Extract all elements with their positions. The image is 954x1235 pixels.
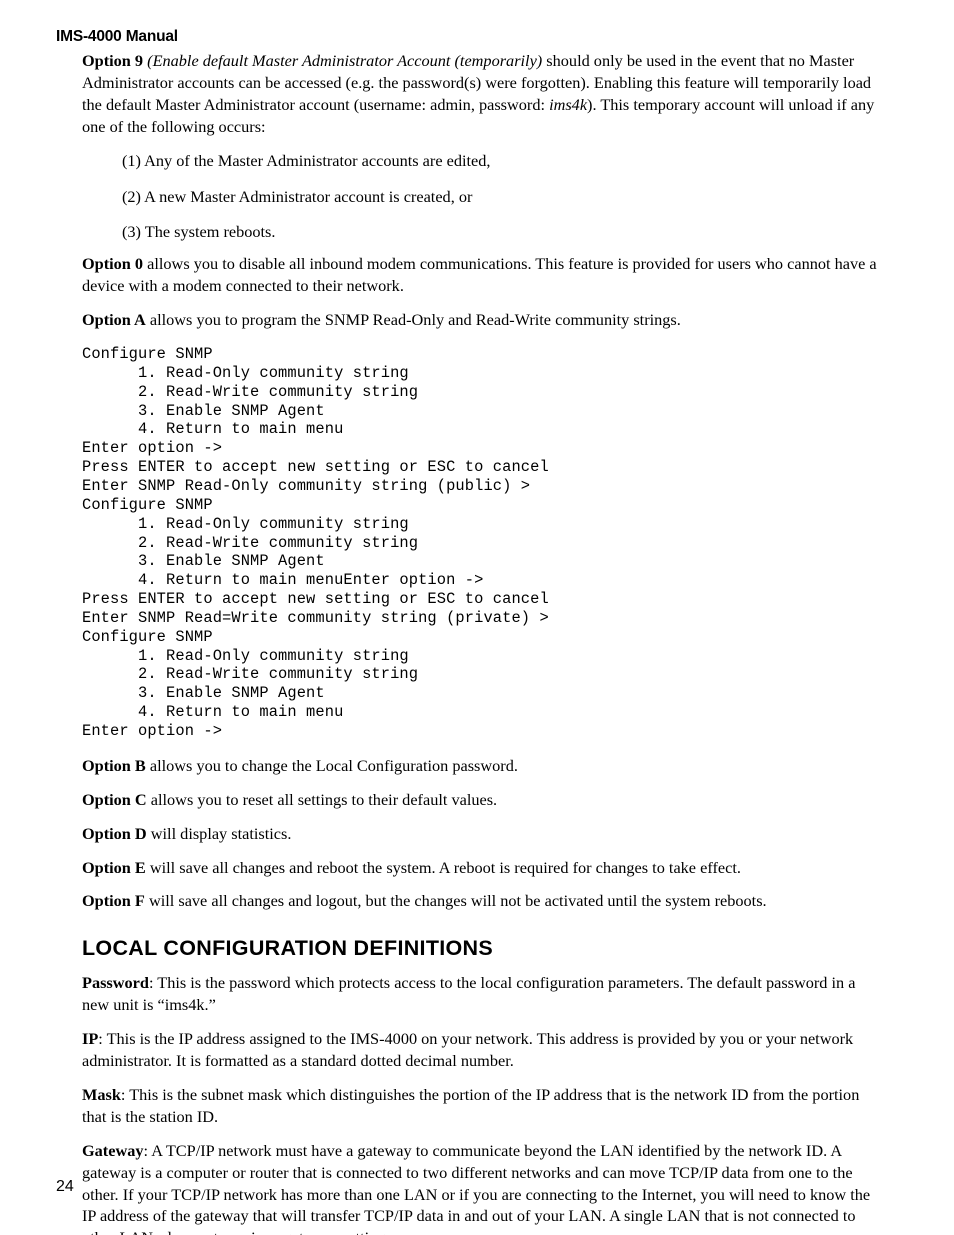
- option-c-body: allows you to reset all settings to thei…: [146, 789, 498, 809]
- definition-term: Gateway: [82, 1140, 144, 1160]
- definition-gateway: Gateway: A TCP/IP network must have a ga…: [82, 1140, 880, 1235]
- definition-mask: Mask: This is the subnet mask which dist…: [82, 1084, 880, 1128]
- unload-conditions-list: (1) Any of the Master Administrator acco…: [82, 150, 880, 244]
- option-0-body: allows you to disable all inbound modem …: [82, 254, 877, 296]
- list-item: (3) The system reboots.: [122, 222, 276, 242]
- option-e-label: Option E: [82, 857, 146, 877]
- option-0-label: Option 0: [82, 254, 144, 274]
- definition-term: IP: [82, 1029, 99, 1049]
- definition-term: Mask: [82, 1084, 121, 1104]
- paragraph-option-e: Option E will save all changes and reboo…: [82, 857, 880, 879]
- definition-term: Password: [82, 973, 149, 993]
- list-item: (2) A new Master Administrator account i…: [122, 186, 473, 206]
- option-e-body: will save all changes and reboot the sys…: [145, 857, 741, 877]
- running-header: IMS-4000 Manual: [56, 28, 178, 45]
- paragraph-option-c: Option C allows you to reset all setting…: [82, 789, 880, 811]
- option-b-body: allows you to change the Local Configura…: [145, 755, 518, 775]
- paragraph-option-f: Option F will save all changes and logou…: [82, 890, 880, 912]
- paragraph-option-b: Option B allows you to change the Local …: [82, 755, 880, 777]
- option-c-label: Option C: [82, 789, 147, 809]
- definition-text: : A TCP/IP network must have a gateway t…: [82, 1140, 871, 1235]
- definition-ip: IP: This is the IP address assigned to t…: [82, 1028, 880, 1072]
- option-a-body: allows you to program the SNMP Read-Only…: [145, 310, 681, 330]
- paragraph-option-d: Option D will display statistics.: [82, 823, 880, 845]
- definition-text: : This is the password which protects ac…: [82, 973, 856, 1015]
- option-d-label: Option D: [82, 823, 147, 843]
- paragraph-option-0: Option 0 allows you to disable all inbou…: [82, 253, 880, 297]
- section-heading-local-configuration-definitions: LOCAL CONFIGURATION DEFINITIONS: [82, 936, 494, 961]
- page-number: 24: [56, 1178, 74, 1195]
- definition-text: : This is the subnet mask which distingu…: [82, 1084, 860, 1126]
- definition-password: Password: This is the password which pro…: [82, 972, 880, 1016]
- option-f-body: will save all changes and logout, but th…: [144, 891, 767, 911]
- paragraph-option-9: Option 9 (Enable default Master Administ…: [82, 50, 880, 138]
- option-9-label: Option 9: [82, 51, 144, 70]
- option-a-label: Option A: [82, 310, 146, 330]
- option-9-italic-title: (Enable default Master Administrator Acc…: [143, 51, 543, 70]
- manual-page: IMS-4000 Manual Option 9 (Enable default…: [0, 0, 954, 1235]
- option-9-default-password: ims4k: [549, 94, 588, 114]
- option-d-body: will display statistics.: [146, 823, 292, 843]
- snmp-terminal-listing: Configure SNMP 1. Read-Only community st…: [82, 345, 549, 740]
- paragraph-option-a: Option A allows you to program the SNMP …: [82, 309, 880, 331]
- definition-text: : This is the IP address assigned to the…: [82, 1029, 854, 1071]
- option-b-label: Option B: [82, 755, 146, 775]
- list-item: (1) Any of the Master Administrator acco…: [122, 150, 491, 170]
- page-content: Option 9 (Enable default Master Administ…: [82, 50, 880, 1235]
- option-f-label: Option F: [82, 891, 145, 911]
